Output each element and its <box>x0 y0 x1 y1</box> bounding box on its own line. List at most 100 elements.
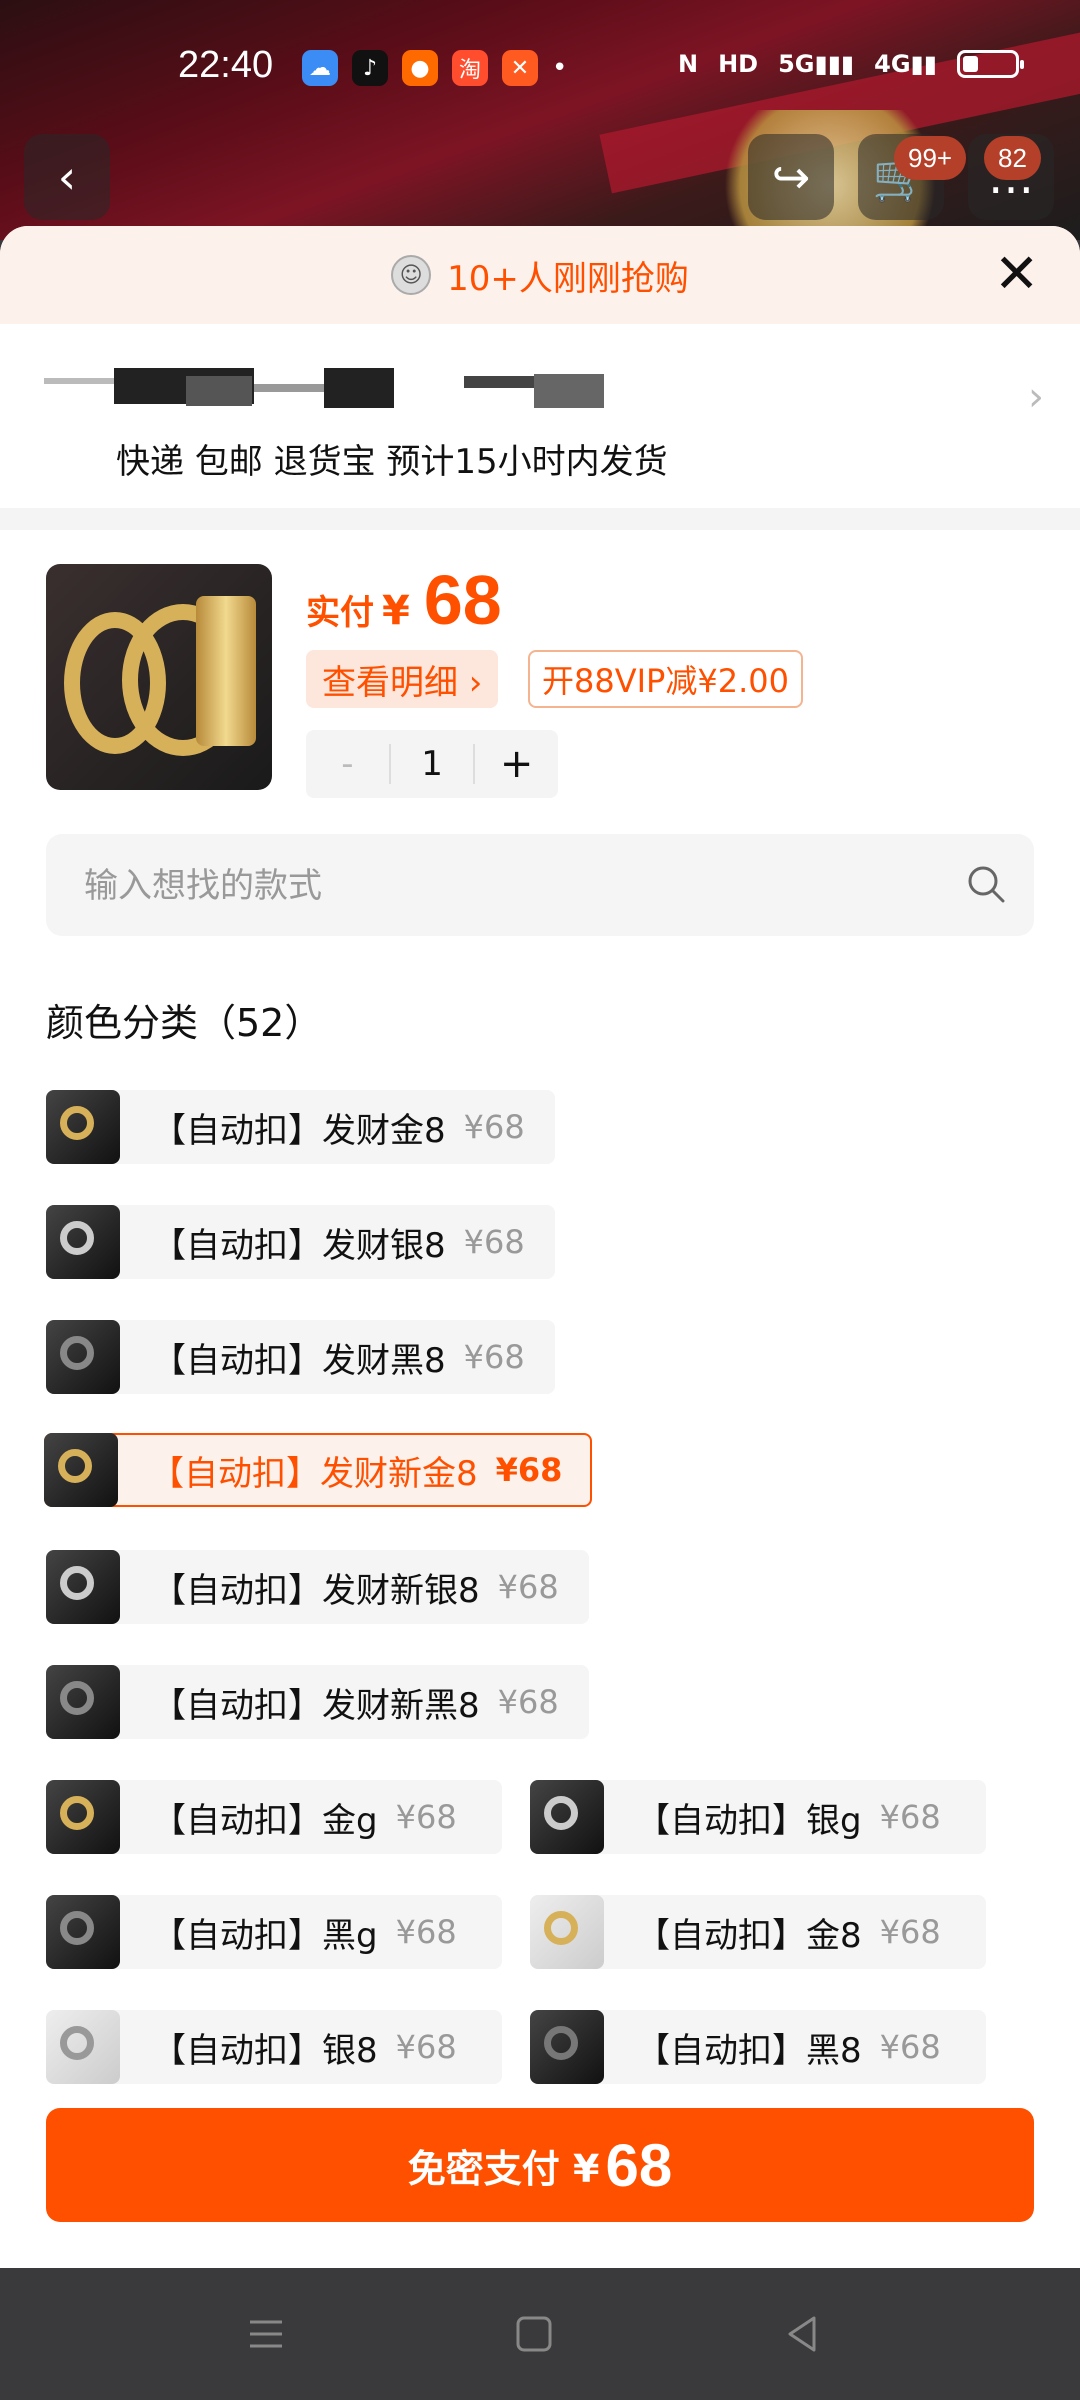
price-label: 实付 <box>306 593 374 633</box>
sku-thumbnail <box>46 1780 120 1854</box>
more-dot-icon: • <box>552 53 568 83</box>
signal-5g-icon: 5G▮▮▮ <box>778 50 855 78</box>
battery-icon <box>956 50 1024 78</box>
sku-thumbnail <box>46 1665 120 1739</box>
sku-option-name: 【自动扣】金g <box>152 1800 378 1841</box>
redacted-block <box>464 376 534 388</box>
sku-option-name: 【自动扣】发财新银8 <box>152 1570 480 1611</box>
sku-option-name: 【自动扣】发财黑8 <box>152 1340 446 1381</box>
home-icon[interactable] <box>512 2312 556 2356</box>
sku-option-price: ¥68 <box>879 1913 941 1951</box>
share-button[interactable]: ↪ <box>748 134 834 220</box>
sku-option-name: 【自动扣】金8 <box>636 1915 862 1956</box>
style-search-box <box>46 834 1034 938</box>
sku-thumbnail <box>46 1090 120 1164</box>
sku-option-name: 【自动扣】黑8 <box>636 2030 862 2071</box>
cart-badge: 99+ <box>894 136 967 180</box>
close-icon[interactable]: ✕ <box>994 247 1039 301</box>
signal-4g-icon: 4G▮▮ <box>874 50 937 78</box>
sku-option-price: ¥68 <box>497 1683 559 1721</box>
sku-option[interactable]: 【自动扣】发财黑8 ¥68 <box>46 1320 555 1394</box>
sku-option-price: ¥68 <box>463 1108 525 1146</box>
redacted-block <box>254 384 324 392</box>
sku-option-price: ¥68 <box>463 1338 525 1376</box>
price-row: 实付 ¥ 68 <box>306 560 502 640</box>
recent-buyers-text: 10+人刚刚抢购 <box>447 258 689 299</box>
address-row[interactable]: 快递 包邮 退货宝 预计15小时内发货 › <box>0 324 1080 508</box>
sku-option-name: 【自动扣】发财金8 <box>152 1110 446 1151</box>
chevron-right-icon: › <box>1028 374 1044 420</box>
quantity-minus-button[interactable]: - <box>306 744 391 784</box>
redacted-block <box>324 368 394 408</box>
sku-option[interactable]: 【自动扣】发财新黑8 ¥68 <box>46 1665 589 1739</box>
sku-option-price: ¥68 <box>495 1451 563 1489</box>
sku-option-name: 【自动扣】发财新黑8 <box>152 1685 480 1726</box>
product-image[interactable] <box>46 564 272 790</box>
sku-thumbnail <box>44 1433 118 1507</box>
back-button[interactable]: ‹ <box>24 134 110 220</box>
buyer-avatar-icon: ☺ <box>391 255 432 295</box>
redacted-block <box>186 376 252 406</box>
taobao-icon: 淘 <box>452 50 488 86</box>
pay-button-amount: 68 <box>605 2131 673 2199</box>
sku-option[interactable]: 【自动扣】银g ¥68 <box>530 1780 986 1854</box>
sku-option-name: 【自动扣】发财银8 <box>152 1225 446 1266</box>
delivery-info: 快递 包邮 退货宝 预计15小时内发货 <box>116 442 668 482</box>
sku-thumbnail <box>46 1550 120 1624</box>
product-summary: 实付 ¥ 68 查看明细 › 开88VIP减¥2.00 - 1 + <box>0 530 1080 820</box>
sku-thumbnail <box>46 1205 120 1279</box>
weather-icon: ☁ <box>302 50 338 86</box>
sku-option[interactable]: 【自动扣】发财银8 ¥68 <box>46 1205 555 1279</box>
sku-thumbnail <box>46 1895 120 1969</box>
style-search-input[interactable] <box>82 834 946 938</box>
redacted-block <box>534 374 604 408</box>
status-indicators: N HD 5G▮▮▮ 4G▮▮ <box>678 50 1024 78</box>
hd-icon: HD <box>718 50 759 78</box>
quantity-plus-button[interactable]: + <box>473 744 558 784</box>
quantity-value[interactable]: 1 <box>391 744 474 784</box>
search-icon[interactable] <box>966 864 1006 904</box>
menu-icon[interactable] <box>244 2312 288 2356</box>
sku-option-selected[interactable]: 【自动扣】发财新金8 ¥68 <box>44 1433 593 1507</box>
currency-symbol: ¥ <box>382 588 410 634</box>
sku-option-price: ¥68 <box>497 1568 559 1606</box>
status-app-icons: ☁ ♪ ● 淘 ✕ • <box>302 50 567 86</box>
sku-option[interactable]: 【自动扣】黑g ¥68 <box>46 1895 502 1969</box>
sku-thumbnail <box>46 1320 120 1394</box>
sku-option-price: ¥68 <box>395 1913 457 1951</box>
fitness-icon: ✕ <box>502 50 538 86</box>
section-divider <box>0 508 1080 530</box>
sku-thumbnail <box>530 1895 604 1969</box>
category-title: 颜色分类（52） <box>46 1001 323 1045</box>
sku-option-price: ¥68 <box>463 1223 525 1261</box>
sku-option[interactable]: 【自动扣】黑8 ¥68 <box>530 2010 986 2084</box>
back-triangle-icon[interactable] <box>780 2312 824 2356</box>
sku-option[interactable]: 【自动扣】金8 ¥68 <box>530 1895 986 1969</box>
vip-discount-tag[interactable]: 开88VIP减¥2.00 <box>528 650 803 708</box>
sku-thumbnail <box>530 2010 604 2084</box>
sku-option-name: 【自动扣】黑g <box>152 1915 378 1956</box>
chevron-left-icon: ‹ <box>57 150 77 204</box>
sku-option[interactable]: 【自动扣】金g ¥68 <box>46 1780 502 1854</box>
message-badge: 82 <box>984 136 1041 180</box>
sku-option-price: ¥68 <box>395 2028 457 2066</box>
tiktok-icon: ♪ <box>352 50 388 86</box>
sku-option-price: ¥68 <box>879 2028 941 2066</box>
nfc-icon: N <box>678 50 699 78</box>
sku-thumbnail <box>46 2010 120 2084</box>
sku-option[interactable]: 【自动扣】发财金8 ¥68 <box>46 1090 555 1164</box>
redacted-block <box>44 378 114 384</box>
view-details-button[interactable]: 查看明细 › <box>306 650 499 708</box>
status-time: 22:40 <box>178 44 274 86</box>
sku-option-price: ¥68 <box>879 1798 941 1836</box>
price-value: 68 <box>423 561 502 639</box>
quantity-stepper: - 1 + <box>306 730 558 798</box>
recent-buyers-banner: ☺ 10+人刚刚抢购 ✕ <box>0 226 1080 324</box>
sku-option[interactable]: 【自动扣】发财新银8 ¥68 <box>46 1550 589 1624</box>
sku-option[interactable]: 【自动扣】银8 ¥68 <box>46 2010 502 2084</box>
pay-button[interactable]: 免密支付 ¥ 68 <box>46 2108 1034 2222</box>
pay-button-label: 免密支付 ¥ <box>407 2146 600 2191</box>
sku-option-price: ¥68 <box>395 1798 457 1836</box>
sku-option-name: 【自动扣】银8 <box>152 2030 378 2071</box>
app-icon: ● <box>402 50 438 86</box>
